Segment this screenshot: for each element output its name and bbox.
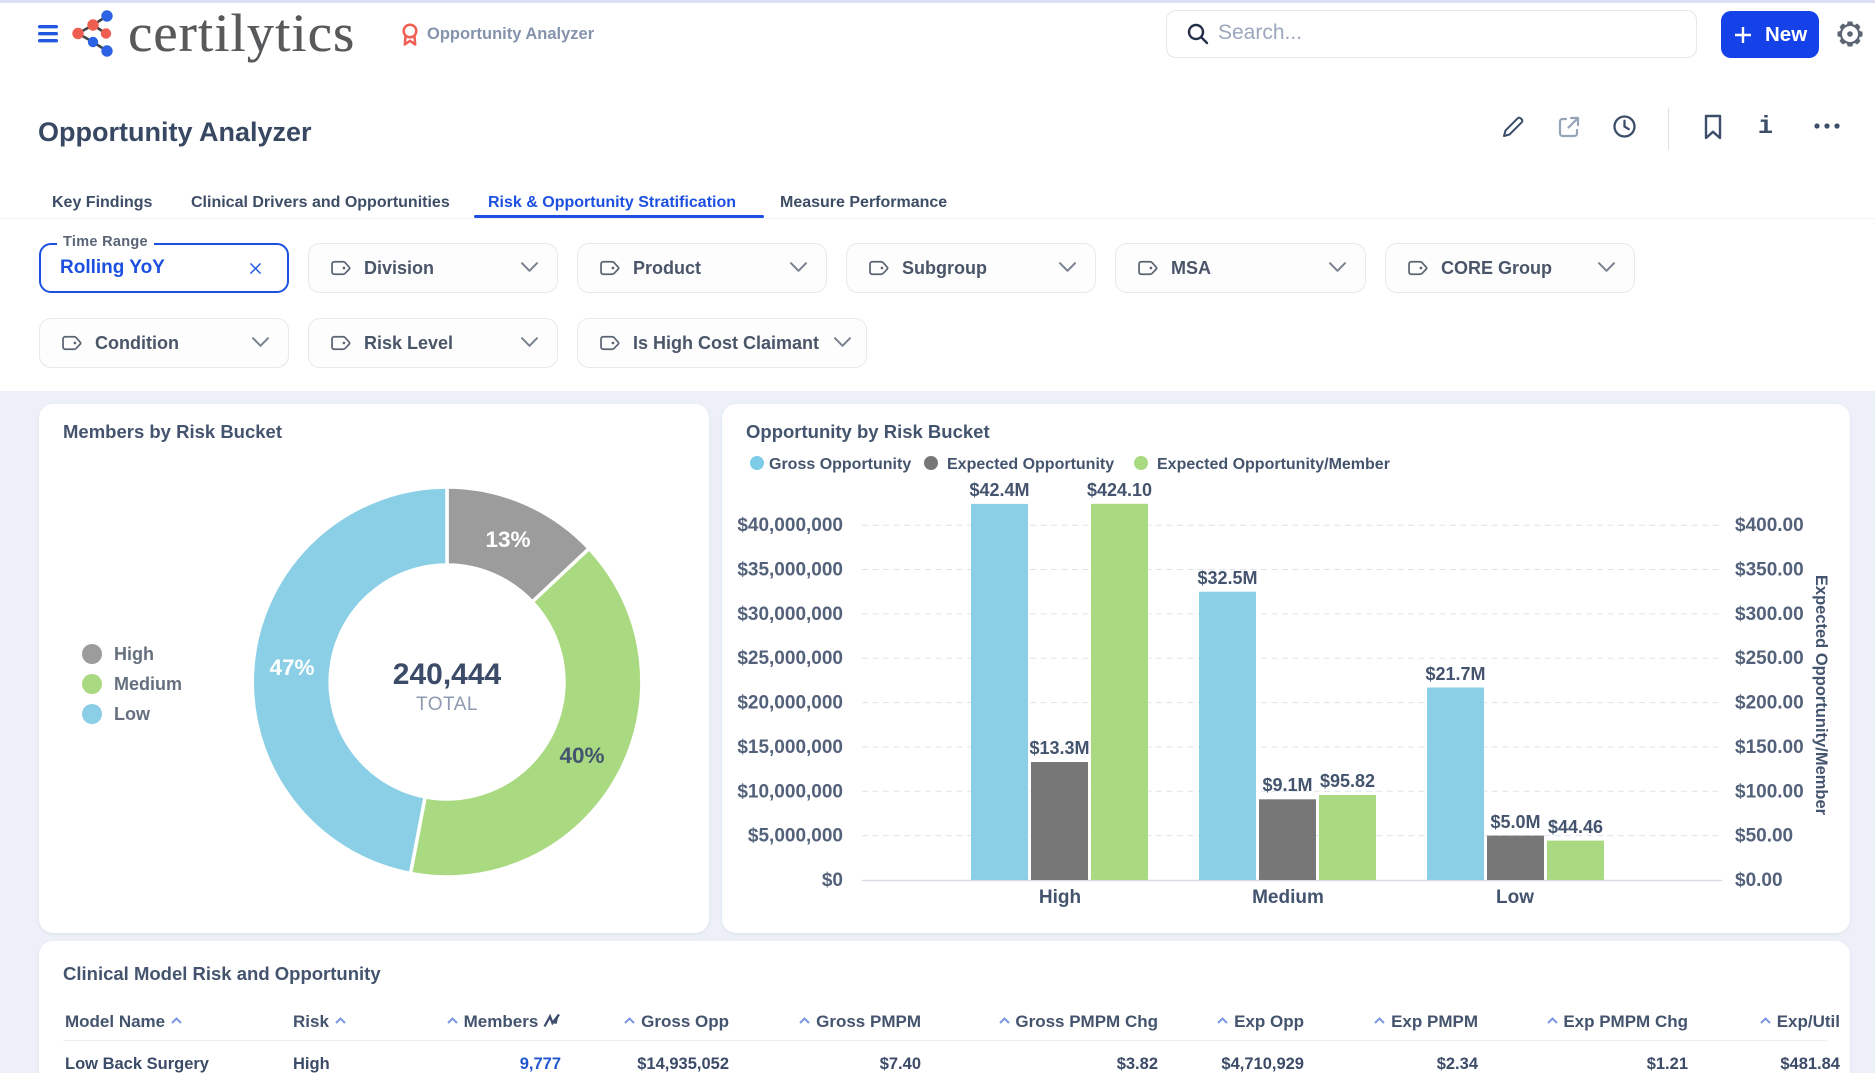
svg-text:High: High [114, 644, 154, 664]
svg-text:TOTAL: TOTAL [416, 694, 478, 715]
svg-text:$21.7M: $21.7M [1425, 664, 1485, 684]
svg-text:Low: Low [1496, 887, 1534, 908]
svg-text:$5,000,000: $5,000,000 [748, 826, 843, 847]
svg-text:$250.00: $250.00 [1735, 648, 1804, 669]
svg-text:$200.00: $200.00 [1735, 693, 1804, 714]
svg-text:Medium: Medium [1252, 887, 1324, 908]
svg-text:$0.00: $0.00 [1735, 870, 1783, 891]
svg-text:47%: 47% [269, 655, 314, 680]
svg-text:$100.00: $100.00 [1735, 781, 1804, 802]
svg-text:$400.00: $400.00 [1735, 515, 1804, 536]
svg-text:$424.10: $424.10 [1087, 480, 1152, 500]
svg-text:$35,000,000: $35,000,000 [737, 560, 843, 581]
svg-text:Low: Low [114, 704, 151, 724]
svg-text:$32.5M: $32.5M [1197, 568, 1257, 588]
svg-text:$9.1M: $9.1M [1262, 775, 1312, 795]
svg-text:Expected Opportunity: Expected Opportunity [947, 456, 1114, 473]
svg-text:$0: $0 [822, 870, 843, 891]
svg-text:Expected Opportunity/Member: Expected Opportunity/Member [1157, 456, 1390, 473]
svg-text:$25,000,000: $25,000,000 [737, 648, 843, 669]
svg-text:$50.00: $50.00 [1735, 826, 1793, 847]
svg-text:$15,000,000: $15,000,000 [737, 737, 843, 758]
svg-text:$13.3M: $13.3M [1029, 738, 1089, 758]
svg-text:240,444: 240,444 [393, 658, 502, 691]
svg-text:$44.46: $44.46 [1548, 817, 1603, 837]
svg-text:$95.82: $95.82 [1320, 771, 1375, 791]
svg-text:$300.00: $300.00 [1735, 604, 1804, 625]
svg-text:$20,000,000: $20,000,000 [737, 693, 843, 714]
svg-text:$150.00: $150.00 [1735, 737, 1804, 758]
svg-text:$10,000,000: $10,000,000 [737, 781, 843, 802]
svg-text:High: High [1039, 887, 1081, 908]
svg-text:$5.0M: $5.0M [1490, 812, 1540, 832]
svg-text:$40,000,000: $40,000,000 [737, 515, 843, 536]
svg-text:13%: 13% [485, 527, 530, 552]
svg-text:$30,000,000: $30,000,000 [737, 604, 843, 625]
svg-text:Medium: Medium [114, 674, 182, 694]
svg-text:Expected Opportunity/Member: Expected Opportunity/Member [1812, 575, 1830, 816]
svg-text:Gross Opportunity: Gross Opportunity [769, 456, 911, 473]
svg-text:40%: 40% [559, 743, 604, 768]
svg-text:$350.00: $350.00 [1735, 560, 1804, 581]
svg-text:$42.4M: $42.4M [969, 480, 1029, 500]
